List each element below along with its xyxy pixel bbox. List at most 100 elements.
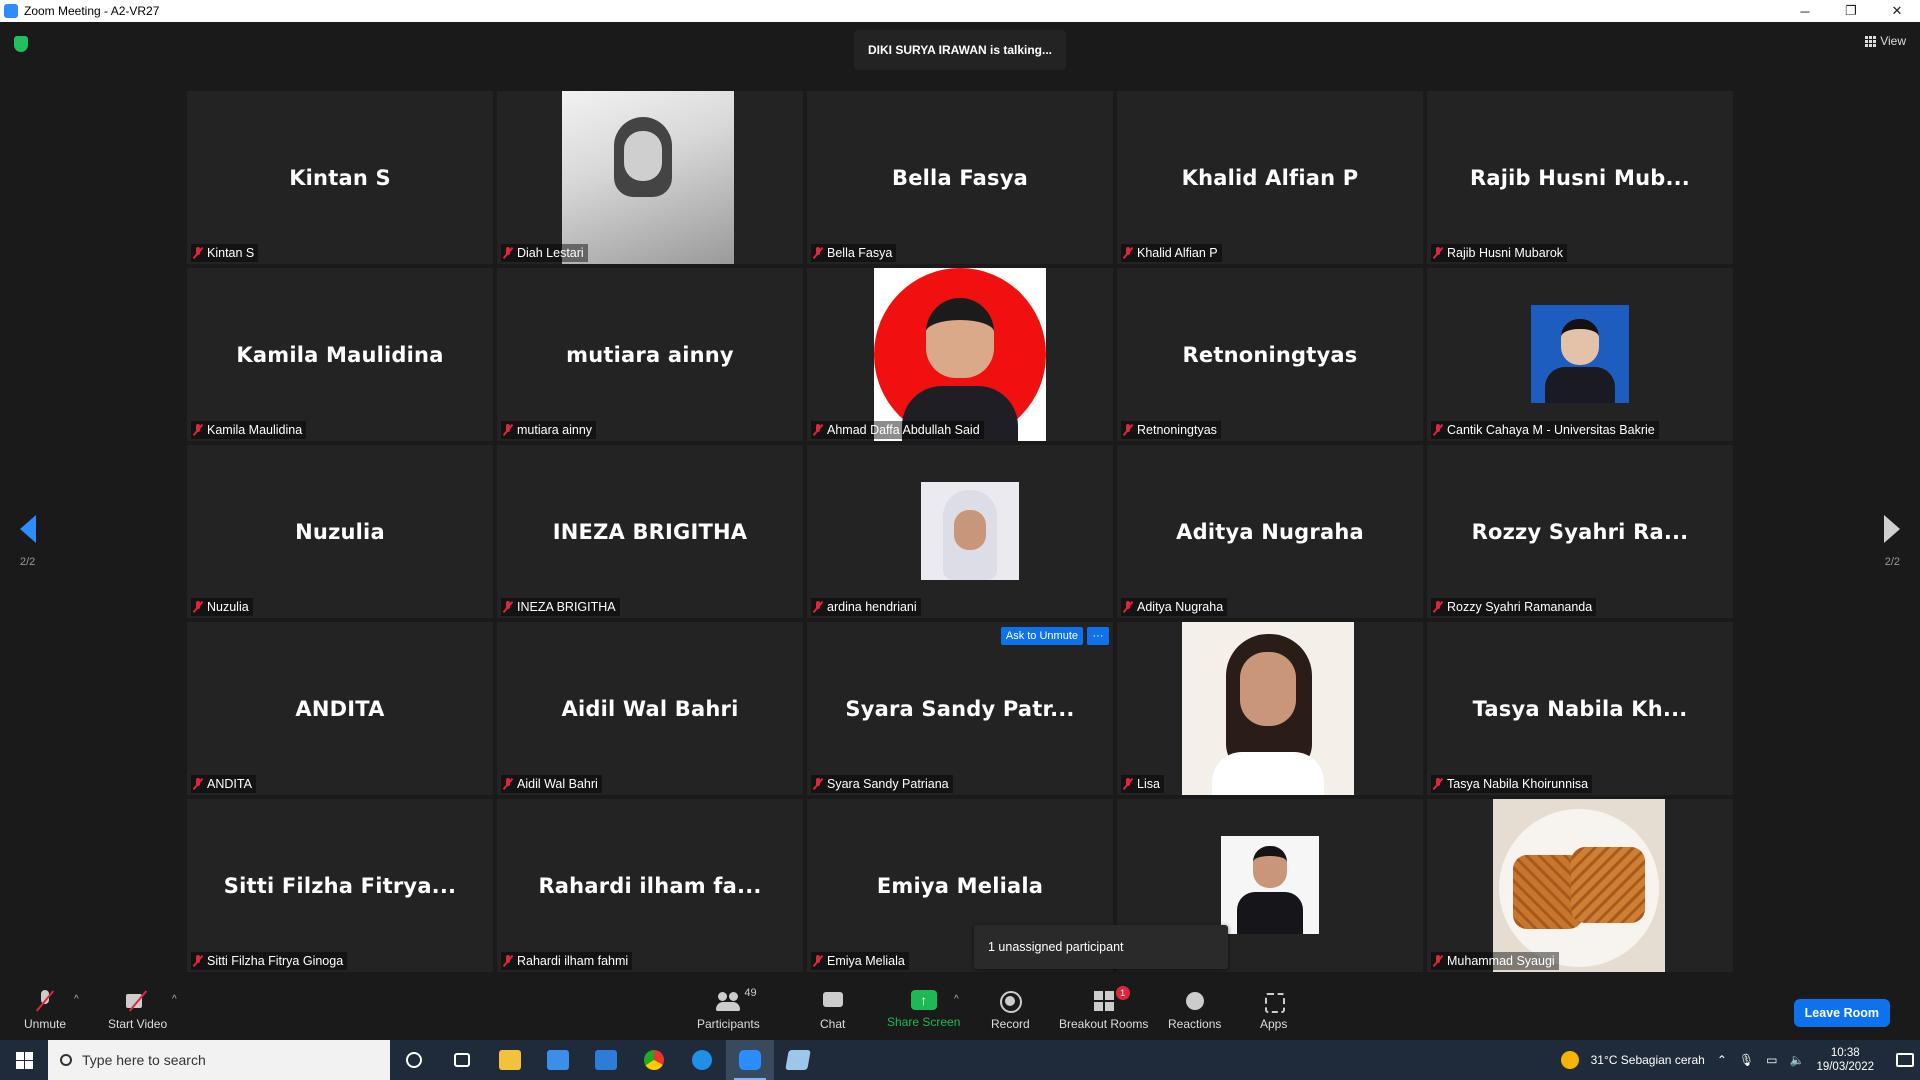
participant-display-name: Bella Fasya (892, 165, 1028, 190)
participant-tile[interactable]: Kamila Maulidina Kamila Maulidina (187, 268, 493, 441)
participant-name-label: Rajib Husni Mubarok (1431, 244, 1568, 262)
participant-tile[interactable]: Aidil Wal Bahri Aidil Wal Bahri (497, 622, 803, 795)
taskbar-search-box[interactable]: Type here to search (48, 1040, 390, 1080)
zoom-taskbar-button[interactable] (726, 1040, 774, 1080)
muted-mic-icon (813, 424, 823, 436)
muted-mic-icon (1433, 424, 1443, 436)
muted-mic-icon (33, 990, 57, 1012)
tray-chevron-up-icon[interactable]: ⌃ (1717, 1053, 1727, 1067)
zoom-app-icon (4, 4, 18, 18)
reactions-button[interactable]: Reactions (1168, 990, 1221, 1031)
participant-tile[interactable]: Bella Fasya Bella Fasya (807, 91, 1113, 264)
muted-mic-icon (503, 955, 513, 967)
participant-tile[interactable]: Sitti Filzha Fitrya... Sitti Filzha Fitry… (187, 799, 493, 972)
participant-name-label: Ahmad Daffa Abdullah Said (811, 421, 984, 439)
participant-tile[interactable]: INEZA BRIGITHA INEZA BRIGITHA (497, 445, 803, 618)
weather-text[interactable]: 31°C Sebagian cerah (1591, 1053, 1705, 1067)
file-explorer-button[interactable] (486, 1040, 534, 1080)
muted-mic-icon (1123, 601, 1133, 613)
participant-name: Lisa (1137, 777, 1160, 791)
participant-tile[interactable]: Syara Sandy Patr... Syara Sandy Patriana A… (807, 622, 1113, 795)
participant-tile[interactable]: ANDITA ANDITA (187, 622, 493, 795)
notifications-icon[interactable] (1896, 1053, 1914, 1067)
participant-tile[interactable]: Ahmad Daffa Abdullah Said (807, 268, 1113, 441)
reactions-label: Reactions (1168, 1017, 1222, 1031)
participant-photo (921, 482, 1019, 580)
participant-tile[interactable]: mutiara ainny mutiara ainny (497, 268, 803, 441)
participant-tile[interactable]: Nuzulia Nuzulia (187, 445, 493, 618)
next-page-arrow-icon[interactable] (1884, 515, 1900, 543)
apps-button[interactable]: Apps (1260, 990, 1287, 1031)
participant-name: INEZA BRIGITHA (517, 600, 616, 614)
breakout-badge: 1 (1115, 986, 1130, 1000)
chrome-button[interactable] (630, 1040, 678, 1080)
participant-tile[interactable]: Khalid Alfian P Khalid Alfian P (1117, 91, 1423, 264)
participant-name: Ahmad Daffa Abdullah Said (827, 423, 980, 437)
start-video-button[interactable]: Start Video (108, 990, 167, 1031)
participant-name: Nuzulia (207, 600, 249, 614)
more-options-button[interactable]: ··· (1087, 627, 1109, 645)
participant-tile[interactable]: Rahardi ilham fa... Rahardi ilham fahmi (497, 799, 803, 972)
participant-tile[interactable]: ardina hendriani (807, 445, 1113, 618)
participant-name: Bella Fasya (827, 246, 893, 260)
participant-name: Diah Lestari (517, 246, 584, 260)
mail-button[interactable] (582, 1040, 630, 1080)
ask-to-unmute-button[interactable]: Ask to Unmute (1000, 627, 1083, 645)
minimize-button[interactable]: ─ (1782, 0, 1828, 22)
participant-tile[interactable]: Cantik Cahaya M - Universitas Bakrie (1427, 268, 1733, 441)
participant-tile[interactable]: Aditya Nugraha Aditya Nugraha (1117, 445, 1423, 618)
participant-tile[interactable]: Lisa (1117, 622, 1423, 795)
record-button[interactable]: Record (991, 990, 1030, 1031)
participant-name: Rajib Husni Mubarok (1447, 246, 1564, 260)
participants-button[interactable]: 49 Participants (697, 987, 760, 1031)
taskbar-clock[interactable]: 10:38 19/03/2022 (1816, 1046, 1874, 1074)
task-view-button[interactable] (438, 1040, 486, 1080)
view-button[interactable]: View (1865, 34, 1906, 48)
microphone-tray-icon[interactable]: 🎙 (1739, 1053, 1754, 1067)
search-icon (60, 1054, 72, 1066)
restore-button[interactable]: ❐ (1828, 0, 1874, 22)
share-options-caret[interactable]: ^ (954, 994, 959, 1005)
chat-button[interactable]: Chat (820, 990, 845, 1031)
audio-options-caret[interactable]: ^ (74, 994, 79, 1005)
breakout-rooms-button[interactable]: 1 Breakout Rooms (1059, 986, 1149, 1031)
participant-tile[interactable]: Diah Lestari (497, 91, 803, 264)
unmute-button[interactable]: Unmute (24, 990, 66, 1031)
store-button[interactable] (534, 1040, 582, 1080)
volume-icon[interactable]: 🔈 (1789, 1053, 1804, 1067)
windows-logo-icon (15, 1051, 33, 1069)
participant-photo (1493, 799, 1665, 972)
leave-room-button[interactable]: Leave Room (1793, 999, 1890, 1027)
participant-tile[interactable]: Muhammad Syaugi (1427, 799, 1733, 972)
participant-tile[interactable]: Retnoningtyas Retnoningtyas (1117, 268, 1423, 441)
video-options-caret[interactable]: ^ (172, 994, 177, 1005)
participant-display-name: Rahardi ilham fa... (538, 873, 762, 898)
close-button[interactable]: ✕ (1874, 0, 1920, 22)
breakout-rooms-label: Breakout Rooms (1059, 1017, 1149, 1031)
participant-photo (1182, 622, 1354, 795)
page-indicator-left: 2/2 (20, 556, 36, 568)
start-video-label: Start Video (108, 1017, 168, 1031)
weather-sun-icon[interactable] (1560, 1051, 1579, 1069)
start-button[interactable] (0, 1040, 48, 1080)
participant-tile[interactable]: Tasya Nabila Kh... Tasya Nabila Khoirunni… (1427, 622, 1733, 795)
security-shield-icon[interactable] (14, 36, 28, 52)
muted-mic-icon (193, 424, 203, 436)
participant-name-label: INEZA BRIGITHA (501, 598, 620, 616)
cortana-button[interactable] (390, 1040, 438, 1080)
participant-photo (874, 268, 1046, 441)
participant-name-label: ardina hendriani (811, 598, 921, 616)
participant-tile[interactable]: Rajib Husni Mub... Rajib Husni Mubarok (1427, 91, 1733, 264)
apps-icon (1262, 990, 1286, 1013)
participant-name-label: Retnoningtyas (1121, 421, 1221, 439)
previous-page-arrow-icon[interactable] (20, 515, 36, 543)
network-icon[interactable]: ▭ (1766, 1053, 1777, 1067)
share-screen-button[interactable]: ↑ Share Screen (887, 990, 960, 1029)
participant-tile[interactable]: Rozzy Syahri Ra... Rozzy Syahri Ramananda (1427, 445, 1733, 618)
notes-button[interactable] (774, 1040, 822, 1080)
participant-tile[interactable]: Kintan S Kintan S (187, 91, 493, 264)
participant-name: Sitti Filzha Fitrya Ginoga (207, 954, 344, 968)
muted-mic-icon (503, 601, 513, 613)
active-speaker-banner: DIKI SURYA IRAWAN is talking... (854, 30, 1066, 70)
teamviewer-button[interactable] (678, 1040, 726, 1080)
